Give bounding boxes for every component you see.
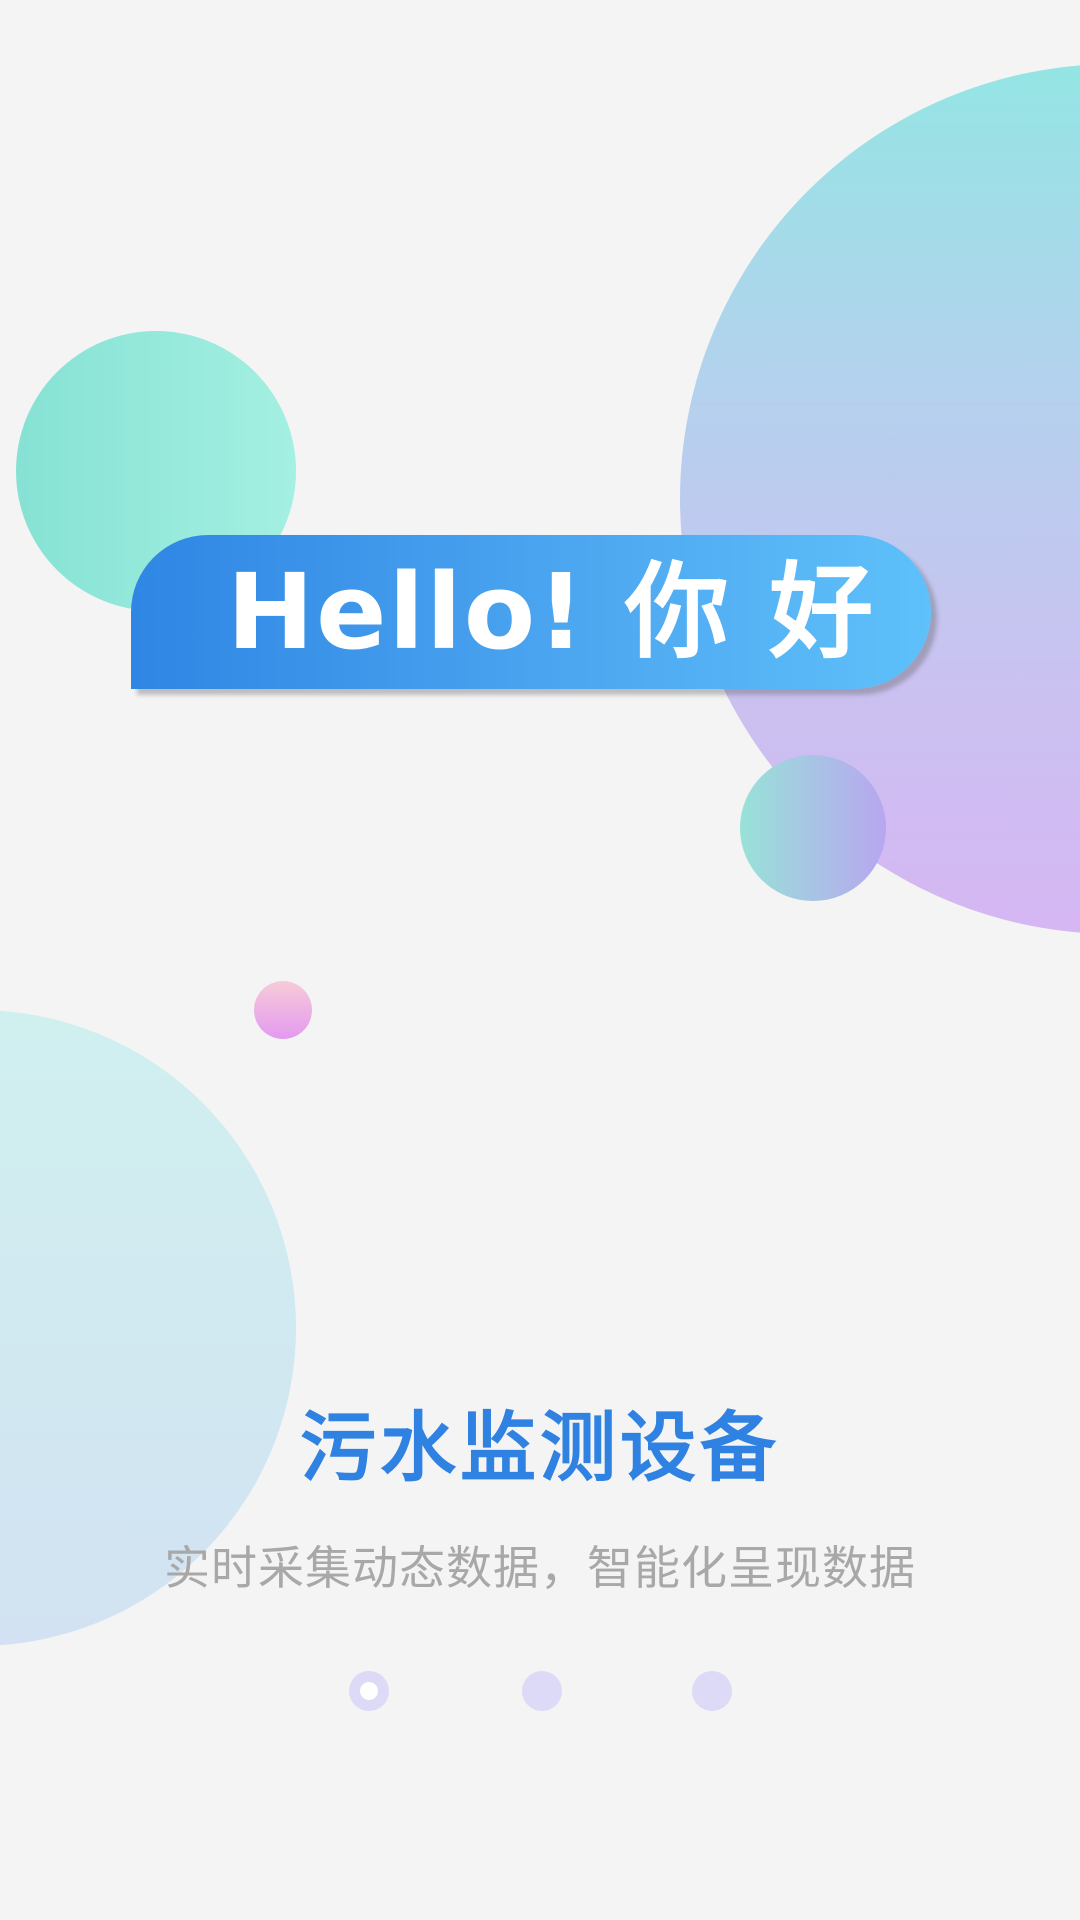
decorative-bubble-pink	[254, 981, 312, 1039]
decorative-bubble-small	[740, 755, 886, 901]
page-title: 污水监测设备	[300, 1403, 780, 1492]
greeting-text: Hello! 你 好	[226, 551, 876, 673]
page-subtitle: 实时采集动态数据，智能化呈现数据	[164, 1541, 916, 1595]
page-dot-2[interactable]	[522, 1671, 562, 1711]
greeting-banner: Hello! 你 好	[131, 535, 931, 689]
page-dot-1[interactable]	[349, 1671, 389, 1711]
page-dot-3[interactable]	[692, 1671, 732, 1711]
onboarding-screen: Hello! 你 好 污水监测设备 实时采集动态数据，智能化呈现数据	[0, 0, 1080, 1920]
